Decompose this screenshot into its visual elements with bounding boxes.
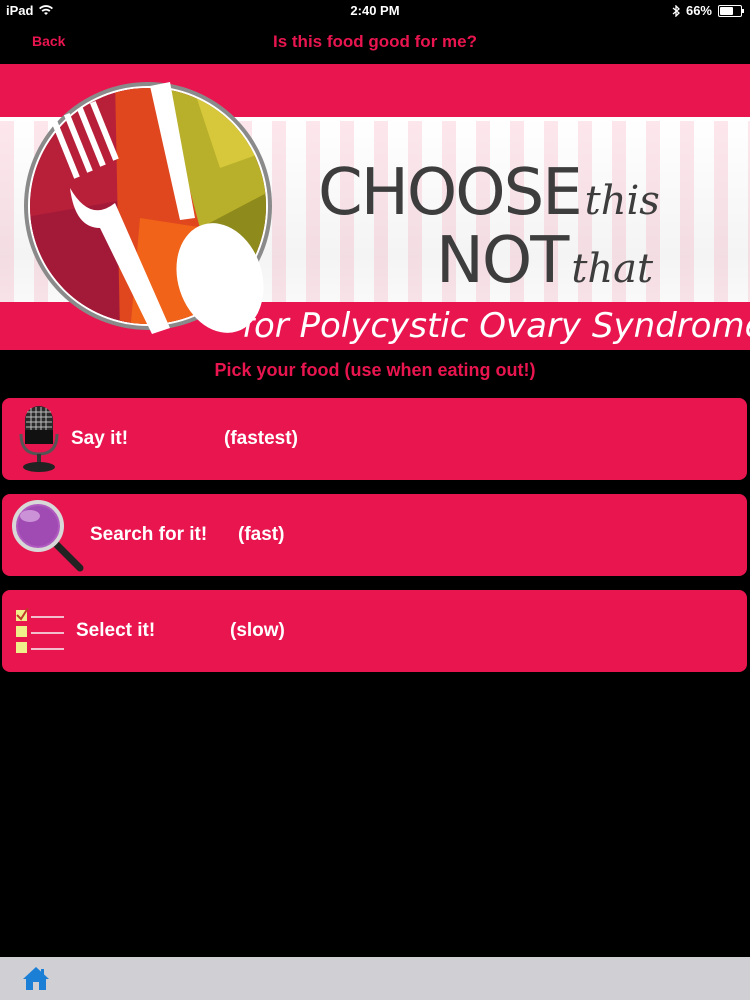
app-banner: CHOOSE this NOT that for Polycystic Ovary …	[0, 64, 750, 350]
headline-that: that	[571, 246, 654, 292]
battery-percent: 66%	[685, 3, 712, 18]
navigation-bar: Back Is this food good for me?	[0, 22, 750, 64]
banner-subtitle: for Polycystic Ovary Syndrome	[242, 306, 750, 346]
microphone-icon	[19, 406, 59, 472]
fork-spoon-logo-icon	[24, 82, 272, 334]
headline-choose: CHOOSE	[318, 156, 583, 230]
checklist-icon	[16, 608, 64, 653]
page-title: Is this food good for me?	[273, 32, 477, 51]
headline-this: this	[584, 178, 660, 224]
magnifier-icon	[12, 500, 84, 572]
select-it-label: Select it!	[76, 620, 156, 641]
bluetooth-icon	[672, 4, 680, 17]
say-it-button[interactable]: Say it! (fastest)	[2, 398, 747, 480]
search-for-it-label: Search for it!	[90, 524, 208, 545]
status-right: 66%	[672, 3, 744, 18]
battery-icon	[718, 4, 744, 17]
status-bar: iPad 2:40 PM 66%	[0, 0, 750, 22]
bottom-toolbar	[0, 957, 750, 1000]
say-it-label: Say it!	[71, 428, 129, 449]
headline-line-1: CHOOSE this	[318, 156, 660, 230]
instruction-text: Pick your food (use when eating out!)	[214, 360, 536, 380]
status-time: 2:40 PM	[350, 3, 400, 18]
search-for-it-button[interactable]: Search for it! (fast)	[2, 494, 747, 576]
select-it-speed: (slow)	[230, 620, 285, 641]
select-it-button[interactable]: Select it! (slow)	[2, 590, 747, 672]
home-icon[interactable]	[22, 965, 50, 991]
say-it-speed: (fastest)	[224, 428, 298, 449]
search-for-it-speed: (fast)	[238, 524, 285, 545]
headline-line-2: NOT that	[436, 224, 653, 298]
headline-not: NOT	[436, 224, 569, 298]
